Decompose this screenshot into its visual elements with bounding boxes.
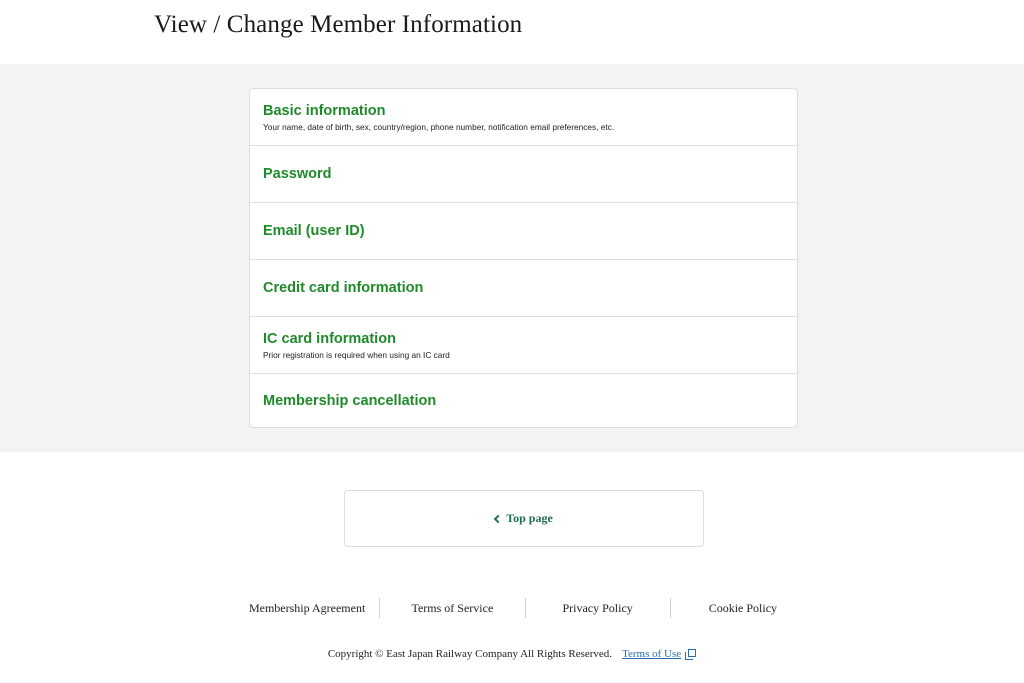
external-link-icon [685, 648, 697, 660]
menu-item-password[interactable]: Password [250, 146, 797, 203]
terms-of-use-link[interactable]: Terms of Use [622, 648, 697, 660]
menu-item-title: Email (user ID) [263, 223, 365, 239]
menu-item-email-user-id[interactable]: Email (user ID) [250, 203, 797, 260]
member-info-menu: Basic information Your name, date of bir… [249, 88, 798, 428]
menu-item-title: Credit card information [263, 280, 424, 296]
footer-links: Membership Agreement Terms of Service Pr… [235, 597, 815, 619]
footer-link-membership-agreement[interactable]: Membership Agreement [235, 598, 381, 618]
page-title: View / Change Member Information [154, 11, 523, 38]
menu-item-title: IC card information [263, 330, 396, 347]
menu-item-title: Password [263, 166, 332, 182]
menu-item-description: Your name, date of birth, sex, country/r… [263, 121, 615, 132]
copyright-text: Copyright © East Japan Railway Company A… [327, 648, 613, 660]
content-band: Basic information Your name, date of bir… [0, 64, 1024, 452]
page-header: View / Change Member Information [0, 0, 1024, 64]
chevron-left-icon [493, 514, 503, 523]
menu-item-title: Membership cancellation [263, 393, 437, 409]
top-page-button-content: Top page [493, 511, 553, 526]
menu-item-credit-card-information[interactable]: Credit card information [250, 260, 797, 317]
copyright-line: Copyright © East Japan Railway Company A… [0, 648, 1024, 660]
footer-link-privacy-policy[interactable]: Privacy Policy [526, 598, 671, 618]
menu-item-title: Basic information [263, 102, 386, 119]
menu-item-description: Prior registration is required when usin… [263, 349, 450, 360]
footer-link-terms-of-service[interactable]: Terms of Service [380, 598, 526, 618]
menu-item-membership-cancellation[interactable]: Membership cancellation [250, 374, 797, 427]
menu-item-ic-card-information[interactable]: IC card information Prior registration i… [250, 317, 797, 374]
footer-link-cookie-policy[interactable]: Cookie Policy [671, 598, 815, 618]
top-page-label: Top page [506, 511, 553, 525]
top-page-button[interactable]: Top page [344, 490, 704, 547]
terms-of-use-label: Terms of Use [622, 648, 682, 660]
menu-item-basic-information[interactable]: Basic information Your name, date of bir… [250, 89, 797, 146]
